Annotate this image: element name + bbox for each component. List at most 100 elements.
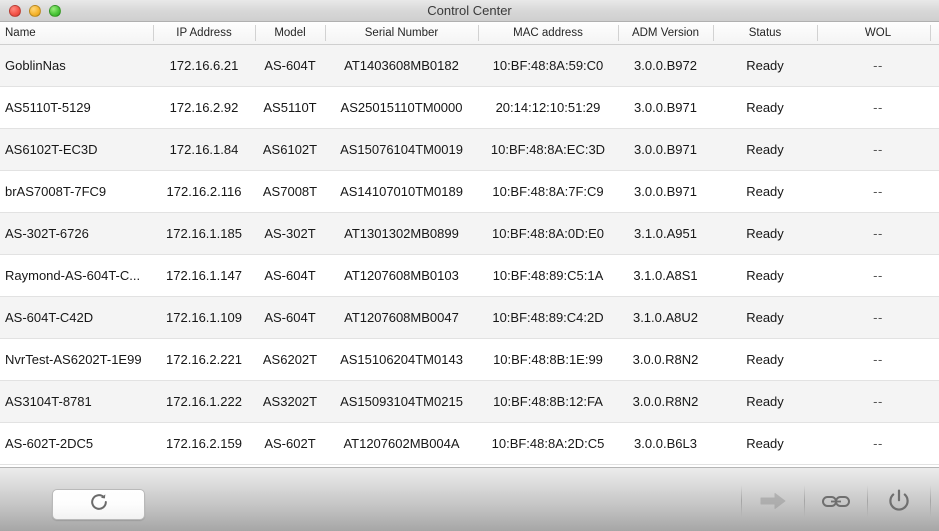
- table-row[interactable]: Raymond-AS-604T-C... 172.16.1.147 AS-604T A…: [0, 255, 939, 297]
- device-table-body: GoblinNas 172.16.6.21 AS-604T AT1403608MB01…: [0, 45, 939, 467]
- cell-mac: 10:BF:48:8A:2D:C5: [491, 436, 605, 451]
- connect-button[interactable]: [742, 481, 804, 521]
- cell-serial: AS25015110TM0000: [340, 100, 463, 115]
- power-button[interactable]: [868, 481, 930, 521]
- column-header-adm[interactable]: ADM Version: [618, 22, 713, 44]
- cell-status: Ready: [746, 352, 784, 367]
- refresh-icon: [89, 492, 109, 517]
- cell-ip: 172.16.1.222: [166, 394, 242, 409]
- table-row[interactable]: AS-602T-2DC5 172.16.2.159 AS-602T AT1207602…: [0, 423, 939, 465]
- cell-wol: --: [873, 436, 883, 451]
- zoom-button[interactable]: [49, 4, 61, 17]
- cell-model: AS7008T: [262, 184, 318, 199]
- arrow-right-icon: [760, 493, 786, 509]
- window-titlebar: Control Center: [0, 0, 939, 22]
- cell-name: Raymond-AS-604T-C...: [5, 268, 141, 283]
- column-header-model[interactable]: Model: [255, 22, 325, 44]
- cell-serial: AT1301302MB0899: [344, 226, 459, 241]
- table-row[interactable]: GoblinNas 172.16.6.21 AS-604T AT1403608MB01…: [0, 45, 939, 87]
- cell-adm: 3.1.0.A8U2: [632, 310, 699, 325]
- cell-adm: 3.0.0.B972: [634, 58, 697, 73]
- cell-adm: 3.0.0.B971: [634, 184, 697, 199]
- cell-wol: --: [873, 268, 883, 283]
- toolbar-actions: [741, 481, 931, 521]
- table-row[interactable]: AS6102T-EC3D 172.16.1.84 AS6102T AS15076104…: [0, 129, 939, 171]
- cell-mac: 10:BF:48:8B:1E:99: [493, 352, 603, 367]
- table-row[interactable]: brAS7008T-7FC9 172.16.2.116 AS7008T AS14107…: [0, 171, 939, 213]
- cell-status: Ready: [746, 184, 784, 199]
- cell-serial: AS15093104TM0215: [340, 394, 463, 409]
- cell-model: AS6102T: [262, 142, 318, 157]
- toolbar-divider: [930, 485, 931, 517]
- cell-adm: 3.0.0.R8N2: [632, 394, 699, 409]
- cell-wol: --: [873, 184, 883, 199]
- cell-serial: AT1207608MB0103: [344, 268, 459, 283]
- cell-ip: 172.16.2.159: [166, 436, 242, 451]
- table-column-header: Name IP Address Model Serial Number MAC …: [0, 22, 939, 45]
- column-header-wol[interactable]: WOL: [817, 22, 939, 44]
- cell-name: NvrTest-AS6202T-1E99: [5, 352, 142, 367]
- table-row[interactable]: AS-302T-6726 172.16.1.185 AS-302T AT1301302…: [0, 213, 939, 255]
- cell-wol: --: [873, 100, 883, 115]
- cell-name: AS3104T-8781: [5, 394, 92, 409]
- cell-adm: 3.1.0.A951: [634, 226, 697, 241]
- cell-serial: AT1403608MB0182: [344, 58, 459, 73]
- cell-status: Ready: [746, 142, 784, 157]
- cell-mac: 20:14:12:10:51:29: [495, 100, 601, 115]
- cell-mac: 10:BF:48:8A:EC:3D: [490, 142, 606, 157]
- close-button[interactable]: [9, 4, 21, 17]
- cell-name: brAS7008T-7FC9: [5, 184, 107, 199]
- table-row[interactable]: AS-604T-C42D 172.16.1.109 AS-604T AT1207608…: [0, 297, 939, 339]
- cell-ip: 172.16.2.221: [166, 352, 242, 367]
- cell-model: AS-604T: [264, 310, 316, 325]
- table-row[interactable]: AS3104T-8781 172.16.1.222 AS3202T AS1509310…: [0, 381, 939, 423]
- cell-mac: 10:BF:48:8A:0D:E0: [491, 226, 604, 241]
- cell-serial: AS15106204TM0143: [340, 352, 463, 367]
- cell-serial: AS14107010TM0189: [340, 184, 463, 199]
- column-header-status[interactable]: Status: [713, 22, 817, 44]
- cell-ip: 172.16.1.147: [166, 268, 242, 283]
- cell-wol: --: [873, 310, 883, 325]
- cell-status: Ready: [746, 268, 784, 283]
- cell-model: AS5110T: [263, 100, 317, 115]
- cell-mac: 10:BF:48:89:C4:2D: [492, 310, 604, 325]
- cell-wol: --: [873, 226, 883, 241]
- cell-model: AS-302T: [264, 226, 316, 241]
- cell-ip: 172.16.6.21: [169, 58, 239, 73]
- cell-mac: 10:BF:48:89:C5:1A: [492, 268, 604, 283]
- cell-name: AS5110T-5129: [5, 100, 91, 115]
- cell-wol: --: [873, 58, 883, 73]
- table-row[interactable]: AS5110T-5129 172.16.2.92 AS5110T AS25015110…: [0, 87, 939, 129]
- window-title: Control Center: [427, 3, 512, 18]
- cell-name: AS-602T-2DC5: [5, 436, 94, 451]
- cell-adm: 3.0.0.R8N2: [632, 352, 699, 367]
- cell-ip: 172.16.1.84: [169, 142, 239, 157]
- column-header-mac[interactable]: MAC address: [478, 22, 618, 44]
- cell-model: AS3202T: [262, 394, 318, 409]
- cell-mac: 10:BF:48:8B:12:FA: [493, 394, 603, 409]
- cell-serial: AT1207602MB004A: [343, 436, 460, 451]
- column-header-ip[interactable]: IP Address: [153, 22, 255, 44]
- cell-status: Ready: [746, 226, 784, 241]
- cell-status: Ready: [746, 394, 784, 409]
- cell-status: Ready: [746, 310, 784, 325]
- cell-model: AS6202T: [262, 352, 318, 367]
- cell-name: AS-302T-6726: [5, 226, 89, 241]
- cell-model: AS-602T: [264, 436, 316, 451]
- power-icon: [889, 489, 909, 511]
- minimize-button[interactable]: [29, 4, 41, 17]
- cell-mac: 10:BF:48:8A:59:C0: [492, 58, 604, 73]
- cell-ip: 172.16.2.92: [169, 100, 239, 115]
- table-row[interactable]: NvrTest-AS6202T-1E99 172.16.2.221 AS6202T A…: [0, 339, 939, 381]
- cell-wol: --: [873, 352, 883, 367]
- cell-name: AS-604T-C42D: [5, 310, 94, 325]
- cell-wol: --: [873, 142, 883, 157]
- cell-serial: AT1207608MB0047: [344, 310, 459, 325]
- link-button[interactable]: [805, 481, 867, 521]
- cell-name: AS6102T-EC3D: [5, 142, 98, 157]
- refresh-button[interactable]: [52, 489, 145, 520]
- cell-model: AS-604T: [264, 268, 316, 283]
- column-header-name[interactable]: Name: [0, 22, 153, 44]
- column-header-serial[interactable]: Serial Number: [325, 22, 478, 44]
- cell-ip: 172.16.1.109: [166, 310, 242, 325]
